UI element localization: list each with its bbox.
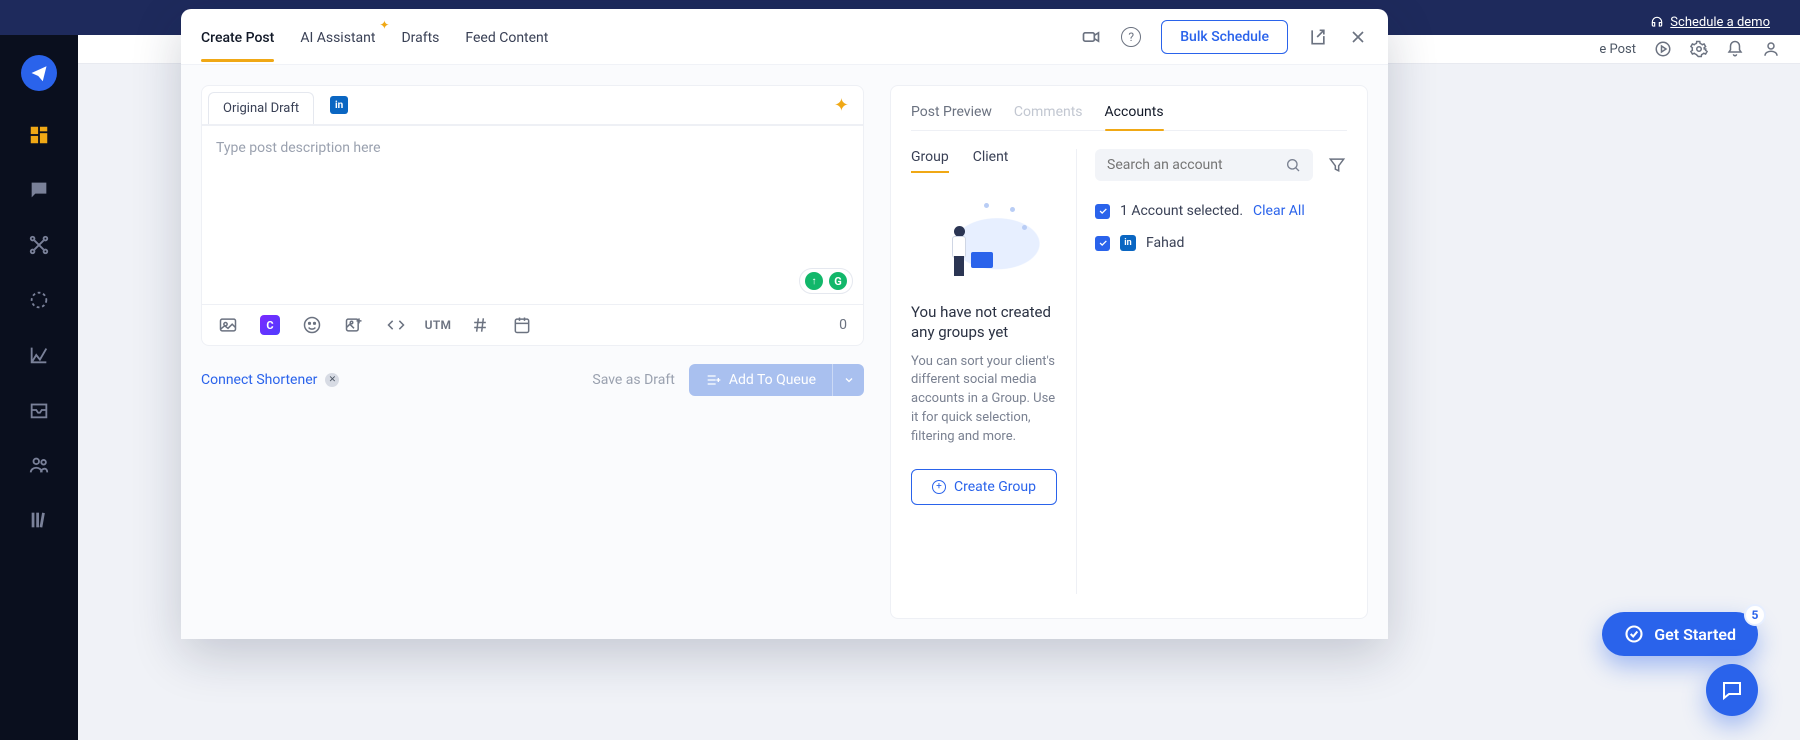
add-to-queue-label: Add To Queue — [729, 372, 816, 388]
sparkle-icon[interactable]: ✦ — [834, 95, 849, 116]
media-icon[interactable] — [218, 315, 238, 335]
canva-icon[interactable]: C — [260, 315, 280, 335]
close-icon[interactable] — [1348, 27, 1368, 47]
headset-icon — [1650, 15, 1664, 29]
chat-bubble-icon — [1720, 678, 1744, 702]
post-editor-card: Original Draft in ✦ Type post descriptio… — [201, 85, 864, 346]
account-checkbox[interactable] — [1095, 236, 1110, 251]
analytics-icon[interactable] — [28, 344, 50, 366]
get-started-label: Get Started — [1654, 625, 1736, 644]
bulk-schedule-button[interactable]: Bulk Schedule — [1161, 20, 1288, 54]
user-icon[interactable] — [1762, 40, 1780, 58]
subtab-client[interactable]: Client — [973, 149, 1009, 173]
app-logo[interactable] — [21, 55, 57, 91]
video-icon[interactable] — [1081, 27, 1101, 47]
schedule-demo-label: Schedule a demo — [1670, 15, 1770, 30]
editor-tab-original-draft[interactable]: Original Draft — [208, 92, 314, 124]
hashtag-icon[interactable] — [470, 315, 490, 335]
code-icon[interactable] — [386, 315, 406, 335]
queue-icon — [705, 372, 721, 388]
save-as-draft-button[interactable]: Save as Draft — [592, 372, 674, 388]
modal-header: Create Post AI Assistant ✦ Drafts Feed C… — [181, 9, 1388, 65]
close-small-icon[interactable]: ✕ — [325, 373, 339, 387]
target-icon[interactable] — [28, 289, 50, 311]
selected-count-label: 1 Account selected. — [1120, 203, 1243, 219]
clear-all-link[interactable]: Clear All — [1253, 203, 1305, 219]
chat-icon[interactable] — [28, 179, 50, 201]
image-upload-icon[interactable] — [344, 315, 364, 335]
chat-fab[interactable] — [1706, 664, 1758, 716]
users-icon[interactable] — [28, 454, 50, 476]
tab-comments[interactable]: Comments — [1014, 104, 1083, 130]
calendar-icon[interactable] — [512, 315, 532, 335]
gear-icon[interactable] — [1690, 40, 1708, 58]
sidebar — [0, 35, 78, 740]
play-circle-icon[interactable] — [1654, 40, 1672, 58]
tab-ai-assistant[interactable]: AI Assistant ✦ — [300, 12, 375, 62]
get-started-button[interactable]: Get Started 5 — [1602, 612, 1758, 656]
help-icon[interactable]: ? — [1121, 27, 1141, 47]
create-post-modal: Create Post AI Assistant ✦ Drafts Feed C… — [181, 9, 1388, 639]
grammarly-arrow-icon: ↑ — [805, 272, 823, 290]
add-to-queue-button[interactable]: Add To Queue — [689, 364, 864, 396]
sparkle-icon: ✦ — [379, 18, 389, 32]
tab-ai-assistant-label: AI Assistant — [300, 30, 375, 46]
tab-accounts[interactable]: Accounts — [1105, 104, 1164, 130]
emoji-icon[interactable] — [302, 315, 322, 335]
inbox-icon[interactable] — [28, 399, 50, 421]
search-account-input[interactable] — [1107, 157, 1285, 173]
linkedin-icon: in — [1120, 235, 1136, 251]
subtab-group[interactable]: Group — [911, 149, 949, 173]
dashboard-icon[interactable] — [28, 124, 50, 146]
connect-shortener-link[interactable]: Connect Shortener ✕ — [201, 372, 339, 388]
export-icon[interactable] — [1308, 27, 1328, 47]
add-to-queue-dropdown[interactable] — [832, 364, 864, 396]
page-title-partial: e Post — [1599, 42, 1636, 57]
selected-accounts-row: 1 Account selected. Clear All — [1095, 203, 1347, 219]
check-circle-icon — [1624, 624, 1644, 644]
bell-icon[interactable] — [1726, 40, 1744, 58]
empty-state-title: You have not created any groups yet — [911, 302, 1058, 343]
search-icon — [1285, 157, 1301, 173]
select-all-checkbox[interactable] — [1095, 204, 1110, 219]
paper-plane-icon — [30, 64, 48, 82]
grammarly-g-icon: G — [829, 272, 847, 290]
account-name-label: Fahad — [1146, 235, 1184, 251]
tab-drafts[interactable]: Drafts — [401, 12, 439, 62]
character-counter: 0 — [839, 317, 847, 333]
library-icon[interactable] — [28, 509, 50, 531]
tab-post-preview[interactable]: Post Preview — [911, 104, 992, 130]
linkedin-icon[interactable]: in — [330, 96, 348, 114]
schedule-demo-link[interactable]: Schedule a demo — [1650, 15, 1770, 30]
get-started-badge: 5 — [1744, 604, 1766, 626]
empty-state-description: You can sort your client's different soc… — [911, 353, 1058, 447]
tab-feed-content[interactable]: Feed Content — [465, 12, 548, 62]
search-account-input-wrap[interactable] — [1095, 149, 1313, 181]
account-row[interactable]: in Fahad — [1095, 235, 1347, 251]
empty-state-illustration — [925, 197, 1045, 282]
connect-shortener-label: Connect Shortener — [201, 372, 317, 388]
plus-circle-icon: + — [932, 480, 946, 494]
filter-icon[interactable] — [1327, 155, 1347, 175]
chevron-down-icon — [843, 374, 855, 386]
tab-create-post[interactable]: Create Post — [201, 12, 274, 62]
create-group-label: Create Group — [954, 479, 1036, 495]
grammarly-widget[interactable]: ↑ G — [799, 268, 853, 294]
create-group-button[interactable]: + Create Group — [911, 469, 1057, 505]
post-description-input[interactable]: Type post description here ↑ G — [202, 125, 863, 305]
editor-placeholder: Type post description here — [216, 140, 381, 156]
network-icon[interactable] — [28, 234, 50, 256]
utm-button[interactable]: UTM — [428, 315, 448, 335]
